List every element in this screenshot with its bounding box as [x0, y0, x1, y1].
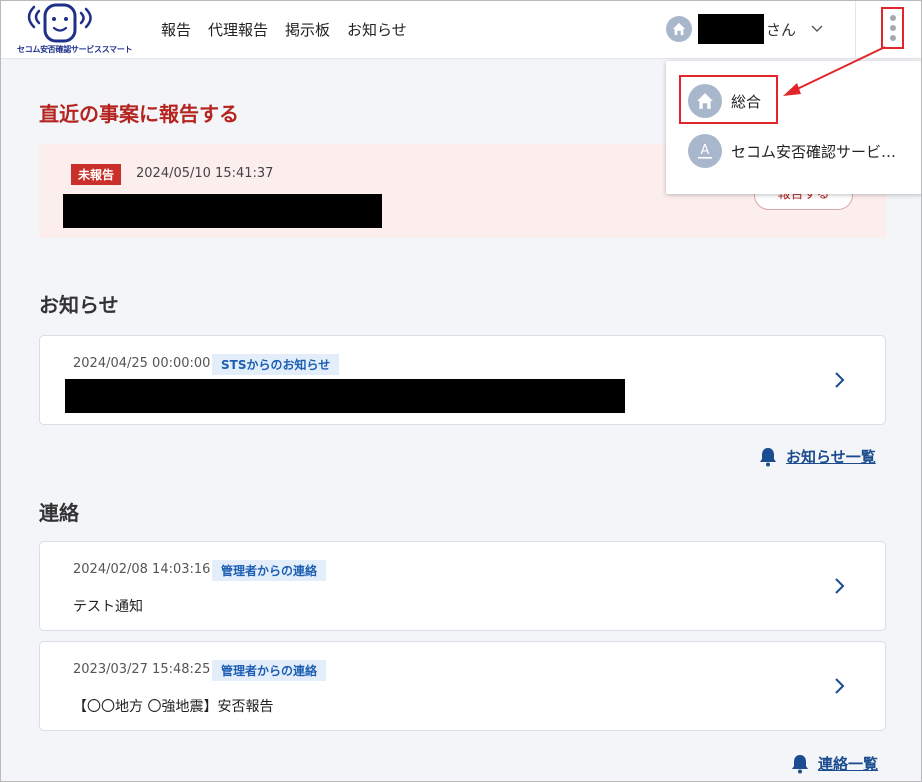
contact-tag: 管理者からの連絡 [212, 560, 327, 581]
nav-report[interactable]: 報告 [161, 19, 191, 40]
nav-bulletin-board[interactable]: 掲示板 [285, 19, 330, 40]
contact-list-link[interactable]: 連絡一覧 [791, 753, 878, 774]
letter-a-icon: A [688, 134, 722, 168]
chevron-right-icon [835, 578, 845, 594]
app-frame: セコム安否確認サービススマート 報告 代理報告 掲示板 お知らせ さん 直近の事… [0, 0, 922, 782]
contact-tag: 管理者からの連絡 [212, 660, 327, 681]
logo-mascot-icon [27, 3, 92, 43]
bell-icon [760, 447, 776, 466]
annotation-arrow-icon [783, 46, 886, 96]
user-menu[interactable]: さん [666, 14, 824, 44]
redacted-incident-title [63, 194, 382, 228]
contact-list-link-label: 連絡一覧 [818, 755, 879, 773]
news-tag: STSからのお知らせ [212, 354, 340, 375]
dropdown-item-label: セコム安否確認サービ… [731, 142, 897, 161]
contact-section-title: 連絡 [39, 501, 79, 525]
secom-logo[interactable]: セコム安否確認サービススマート [15, 3, 133, 55]
incident-datetime: 2024/05/10 15:41:37 [136, 166, 274, 181]
highlight-box [679, 75, 778, 124]
redacted-news-title [65, 379, 625, 413]
contact-title: 【〇〇地方 〇強地震】安否報告 [73, 699, 274, 715]
chevron-right-icon [835, 372, 845, 388]
news-list-link-label: お知らせ一覧 [786, 448, 876, 466]
news-section-title: お知らせ [39, 293, 119, 317]
nav-proxy-report[interactable]: 代理報告 [208, 19, 268, 40]
news-datetime: 2024/04/25 00:00:00 [73, 356, 211, 371]
logo-text: セコム安否確認サービススマート [17, 45, 133, 54]
user-suffix: さん [766, 20, 797, 39]
contact-title: テスト通知 [73, 599, 143, 615]
contact-datetime: 2023/03/27 15:48:25 [73, 662, 211, 677]
svg-text:A: A [701, 143, 710, 158]
redacted-user-name [698, 14, 764, 44]
kebab-dot [889, 25, 896, 31]
kebab-dot [889, 35, 896, 41]
contact-list-item[interactable]: 2024/02/08 14:03:16 管理者からの連絡 テスト通知 [39, 541, 886, 631]
news-list-item[interactable]: 2024/04/25 00:00:00 STSからのお知らせ [39, 335, 886, 425]
nav-notices[interactable]: お知らせ [347, 19, 407, 40]
report-section-title: 直近の事案に報告する [39, 102, 239, 126]
kebab-menu-button[interactable] [881, 7, 904, 49]
unreported-badge: 未報告 [71, 164, 122, 185]
chevron-right-icon [835, 678, 845, 694]
bell-icon [792, 754, 808, 773]
dropdown-item-secom-service[interactable]: A セコム安否確認サービ… [688, 133, 896, 169]
chevron-down-icon[interactable] [810, 22, 824, 36]
news-list-link[interactable]: お知らせ一覧 [759, 446, 876, 467]
user-home-icon [666, 16, 692, 42]
contact-datetime: 2024/02/08 14:03:16 [73, 562, 211, 577]
main-nav: 報告 代理報告 掲示板 お知らせ [161, 19, 407, 40]
contact-list-item[interactable]: 2023/03/27 15:48:25 管理者からの連絡 【〇〇地方 〇強地震】… [39, 641, 886, 731]
kebab-dot [889, 15, 896, 21]
